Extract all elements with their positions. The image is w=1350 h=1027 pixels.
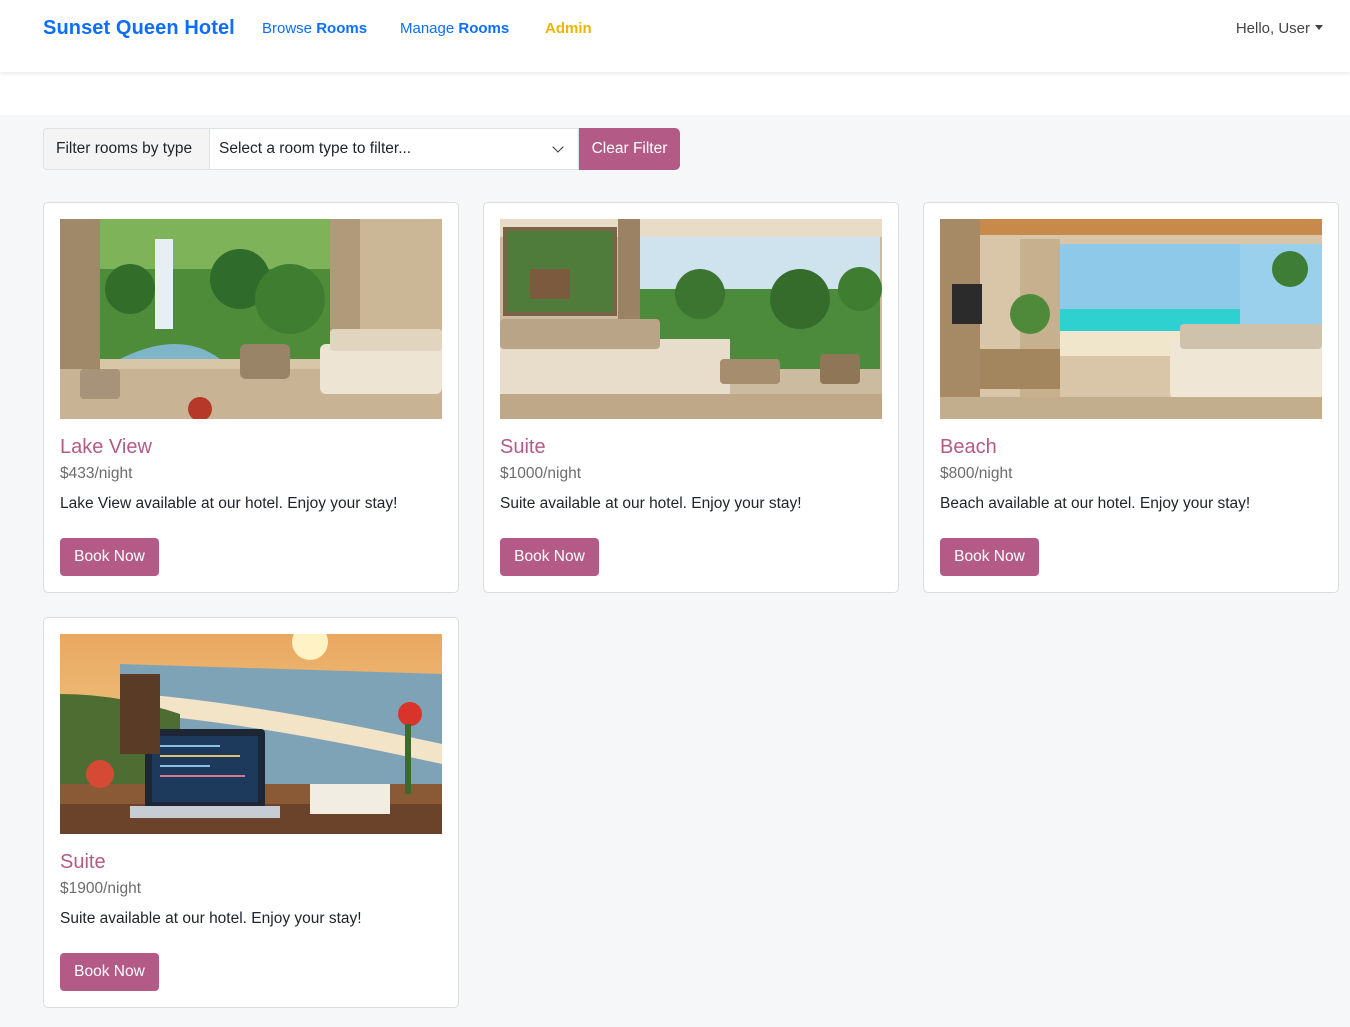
nav-browse-bold: Rooms: [316, 20, 368, 37]
room-type-filter: Filter rooms by type Select a room type …: [43, 128, 680, 170]
room-title: Beach: [940, 436, 997, 458]
room-image-beach: [940, 219, 1322, 419]
room-image-suite: [500, 219, 882, 419]
user-greeting: Hello, User: [1235, 20, 1310, 37]
clear-filter-button[interactable]: Clear Filter: [579, 128, 680, 170]
room-type-select-value: Select a room type to filter...: [219, 140, 412, 157]
room-description: Beach available at our hotel. Enjoy your…: [940, 495, 1251, 512]
room-description: Lake View available at our hotel. Enjoy …: [60, 495, 398, 512]
nav-admin[interactable]: Admin: [545, 20, 592, 37]
book-now-button[interactable]: Book Now: [60, 953, 159, 991]
nav-browse-rooms[interactable]: Browse Rooms: [262, 20, 367, 37]
user-menu-dropdown[interactable]: Hello, User: [1236, 20, 1323, 37]
room-card: Suite $1900/night Suite available at our…: [43, 617, 459, 1008]
room-title: Suite: [60, 851, 106, 873]
main-content: Filter rooms by type Select a room type …: [0, 115, 1350, 1027]
room-image-lake-view: [60, 219, 442, 419]
room-type-select[interactable]: Select a room type to filter...: [209, 128, 579, 170]
caret-down-icon: [1315, 25, 1323, 30]
book-now-button[interactable]: Book Now: [940, 538, 1039, 576]
room-card: Lake View $433/night Lake View available…: [43, 202, 459, 593]
room-title: Suite: [500, 436, 546, 458]
room-card: Beach $800/night Beach available at our …: [923, 202, 1339, 593]
nav-manage-rooms[interactable]: Manage Rooms: [400, 20, 509, 37]
room-title: Lake View: [60, 436, 152, 458]
chevron-down-icon: [552, 141, 564, 153]
room-price: $1000/night: [500, 465, 582, 482]
room-price: $433/night: [60, 465, 133, 482]
room-description: Suite available at our hotel. Enjoy your…: [500, 495, 802, 512]
nav-manage-bold: Rooms: [458, 20, 510, 37]
room-card: Suite $1000/night Suite available at our…: [483, 202, 899, 593]
nav-manage-prefix: Manage: [400, 20, 455, 37]
room-description: Suite available at our hotel. Enjoy your…: [60, 910, 362, 927]
room-image-suite-sunset: [60, 634, 442, 834]
brand-logo[interactable]: Sunset Queen Hotel: [43, 17, 235, 40]
nav-browse-prefix: Browse: [262, 20, 313, 37]
room-price: $800/night: [940, 465, 1013, 482]
filter-label: Filter rooms by type: [43, 128, 209, 170]
top-navbar: Sunset Queen Hotel Browse Rooms Manage R…: [0, 0, 1350, 72]
room-price: $1900/night: [60, 880, 142, 897]
book-now-button[interactable]: Book Now: [60, 538, 159, 576]
book-now-button[interactable]: Book Now: [500, 538, 599, 576]
